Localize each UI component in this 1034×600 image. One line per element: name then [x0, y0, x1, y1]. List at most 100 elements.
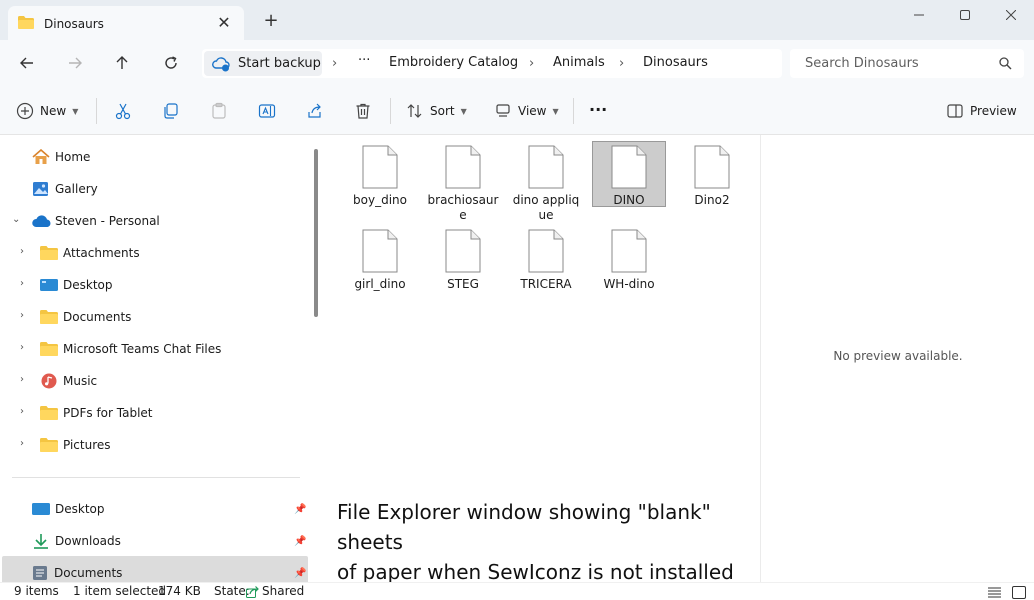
file-item-selected[interactable]: DINO [592, 141, 666, 207]
copy-icon [164, 103, 178, 119]
refresh-button[interactable] [157, 50, 185, 76]
chevron-right-icon[interactable]: › [20, 406, 24, 417]
blank-file-icon [694, 145, 730, 189]
tab-dinosaurs[interactable]: Dinosaurs ✕ [8, 6, 244, 40]
preview-pane: No preview available. [760, 135, 1034, 582]
file-name: boy_dino [353, 193, 407, 207]
file-item[interactable]: Dino2 [675, 141, 749, 207]
maximize-button[interactable] [942, 4, 988, 26]
file-item[interactable]: brachiosaure [426, 141, 500, 222]
quick-access-downloads[interactable]: Downloads [32, 528, 121, 554]
forward-button[interactable] [61, 50, 89, 76]
chevron-right-icon[interactable]: › [20, 310, 24, 321]
paste-button[interactable] [210, 100, 228, 122]
close-icon [1006, 10, 1016, 20]
file-item[interactable]: TRICERA [509, 225, 583, 291]
view-label: View [518, 104, 547, 118]
chevron-down-icon: ▼ [72, 106, 79, 116]
nav-folder-pictures[interactable]: Pictures [40, 432, 111, 458]
gallery-icon [33, 182, 48, 196]
nav-folder-music[interactable]: Music [40, 368, 97, 394]
file-item[interactable]: STEG [426, 225, 500, 291]
new-button[interactable]: New ▼ [16, 100, 78, 122]
chevron-right-icon[interactable]: › [20, 246, 24, 257]
chevron-down-icon[interactable]: ⌄ [12, 214, 20, 225]
quick-access-label: Downloads [55, 534, 121, 548]
chevron-right-icon: › [332, 56, 338, 71]
nav-folder-desktop[interactable]: Desktop [40, 272, 113, 298]
music-icon [41, 373, 57, 389]
search-box[interactable]: Search Dinosaurs [790, 49, 1024, 78]
divider [12, 477, 300, 478]
blank-file-icon [445, 229, 481, 273]
status-bar: 9 items 1 item selected 174 KB State: Sh… [0, 582, 1034, 600]
state-label: State: [214, 584, 250, 598]
nav-gallery[interactable]: Gallery [32, 176, 98, 202]
cloud-sync-icon [212, 56, 230, 71]
file-item[interactable]: WH-dino [592, 225, 666, 291]
search-input[interactable]: Search Dinosaurs [805, 56, 919, 71]
title-bar: Dinosaurs ✕ + [0, 0, 1034, 40]
file-name: WH-dino [603, 277, 655, 291]
share-button[interactable] [306, 100, 324, 122]
nav-scrollbar[interactable] [314, 149, 318, 317]
file-name: dino applique [512, 193, 580, 222]
preview-label: Preview [970, 104, 1017, 118]
pin-icon[interactable]: 📌 [294, 504, 306, 515]
nav-folder-documents[interactable]: Documents [40, 304, 131, 330]
crumb-dinosaurs[interactable]: Dinosaurs [643, 55, 708, 70]
minimize-button[interactable] [896, 4, 942, 26]
sort-label: Sort [430, 104, 455, 118]
folder-icon [18, 16, 34, 29]
folder-icon [40, 310, 58, 324]
rename-button[interactable] [258, 100, 276, 122]
refresh-icon [165, 56, 177, 69]
crumb-overflow-button[interactable]: ··· [358, 53, 370, 68]
file-name: STEG [447, 277, 479, 291]
clipboard-icon [212, 102, 226, 119]
pin-icon[interactable]: 📌 [294, 568, 306, 579]
quick-access-desktop[interactable]: Desktop [32, 496, 105, 522]
crumb-embroidery-catalog[interactable]: Embroidery Catalog [389, 55, 518, 70]
up-button[interactable] [108, 50, 136, 76]
home-icon [32, 149, 50, 164]
view-button[interactable]: View ▼ [494, 100, 559, 122]
separator [96, 98, 97, 124]
details-view-icon[interactable] [988, 587, 1001, 598]
documents-icon [33, 566, 47, 580]
back-button[interactable] [13, 50, 41, 76]
file-name: DINO [613, 193, 645, 207]
nav-folder-label: PDFs for Tablet [63, 406, 153, 420]
chevron-right-icon[interactable]: › [20, 374, 24, 385]
nav-folder-pdfs-for-tablet[interactable]: PDFs for Tablet [40, 400, 153, 426]
nav-folder-attachments[interactable]: Attachments [40, 240, 140, 266]
copy-button[interactable] [162, 100, 180, 122]
chevron-right-icon[interactable]: › [20, 438, 24, 449]
sort-button[interactable]: Sort ▼ [406, 100, 467, 122]
tab-close-icon[interactable]: ✕ [214, 13, 234, 32]
separator [390, 98, 391, 124]
crumb-animals[interactable]: Animals [553, 55, 605, 70]
close-window-button[interactable] [988, 4, 1034, 26]
see-more-button[interactable]: ··· [589, 98, 607, 120]
nav-home[interactable]: Home [32, 144, 90, 170]
back-arrow-icon [20, 57, 33, 69]
nav-folder-teams-chat-files[interactable]: Microsoft Teams Chat Files [40, 336, 221, 362]
forward-arrow-icon [69, 57, 82, 69]
cut-button[interactable] [114, 100, 132, 122]
nav-folder-label: Desktop [63, 278, 113, 292]
nav-onedrive-account[interactable]: Steven - Personal [32, 208, 160, 234]
pin-icon[interactable]: 📌 [294, 536, 306, 547]
view-icon [496, 104, 510, 117]
file-item[interactable]: boy_dino [343, 141, 417, 207]
trash-icon [356, 103, 370, 119]
file-item[interactable]: dino applique [509, 141, 583, 222]
delete-button[interactable] [354, 100, 372, 122]
start-backup-button[interactable]: Start backup [204, 51, 322, 76]
new-tab-button[interactable]: + [262, 12, 280, 30]
preview-pane-button[interactable]: Preview [946, 100, 1017, 122]
large-icons-view-icon[interactable] [1012, 586, 1026, 599]
file-item[interactable]: girl_dino [343, 225, 417, 291]
chevron-right-icon[interactable]: › [20, 278, 24, 289]
chevron-right-icon[interactable]: › [20, 342, 24, 353]
